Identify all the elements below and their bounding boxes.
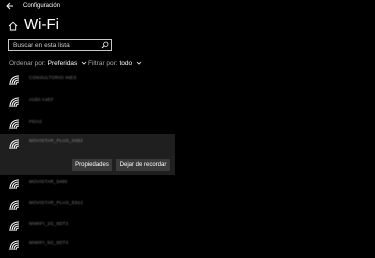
network-ssid: AUDI A4EF — [29, 97, 54, 102]
network-ssid: PDAS — [29, 119, 43, 124]
wifi-signal-icon — [9, 119, 20, 130]
sort-label: Ordenar por: — [9, 60, 46, 67]
wifi-signal-icon — [9, 221, 20, 232]
network-ssid: MIWIFI_5G_8DT3 — [29, 240, 69, 245]
filter-label: Filtrar por: — [88, 60, 118, 67]
back-button[interactable] — [5, 1, 15, 11]
wifi-signal-icon — [9, 200, 20, 211]
wifi-signal-icon — [9, 240, 20, 251]
back-arrow-icon — [6, 2, 13, 10]
title-bar: Configuración — [0, 0, 375, 12]
sort-value: Preferidas — [47, 60, 78, 67]
filter-value: todo — [119, 60, 133, 67]
network-ssid: CONSULTORIO INES — [29, 75, 77, 80]
chevron-down-icon — [81, 61, 87, 65]
properties-button[interactable]: Propiedades — [72, 159, 112, 171]
wifi-signal-icon — [9, 179, 20, 190]
network-item[interactable]: MIWIFI_5G_8DT3 — [0, 237, 175, 258]
settings-window: Configuración Wi-Fi Buscar en esta lista… — [0, 0, 375, 258]
search-icon[interactable] — [101, 41, 109, 49]
sort-dropdown[interactable]: Ordenar por: Preferidas — [9, 59, 87, 69]
network-ssid: MOVISTAR_5480 — [29, 179, 68, 184]
chevron-down-icon — [136, 61, 142, 65]
forget-button[interactable]: Dejar de recordar — [116, 159, 170, 171]
network-item[interactable]: MOVISTAR_PLUS_E912 — [0, 197, 175, 219]
network-item[interactable]: MOVISTAR_5480 — [0, 176, 175, 198]
network-item[interactable]: AUDI A4EF — [0, 94, 175, 116]
network-ssid: MOVISTAR_PLUS_04B2 — [29, 138, 84, 143]
search-input[interactable]: Buscar en esta lista — [8, 39, 112, 51]
wifi-signal-icon — [9, 97, 20, 108]
wifi-signal-icon — [9, 75, 20, 86]
network-ssid: MIWIFI_2G_8DT3 — [29, 221, 69, 226]
network-item-selected[interactable]: MOVISTAR_PLUS_04B2 Propiedades Dejar de … — [0, 134, 175, 175]
window-title: Configuración — [23, 3, 61, 9]
network-ssid: MOVISTAR_PLUS_E912 — [29, 200, 84, 205]
network-item[interactable]: CONSULTORIO INES — [0, 72, 175, 94]
search-placeholder: Buscar en esta lista — [13, 42, 70, 49]
page-title: Wi-Fi — [24, 16, 59, 33]
home-icon — [8, 21, 18, 31]
filter-dropdown[interactable]: Filtrar por: todo — [88, 59, 142, 69]
wifi-signal-icon — [9, 139, 20, 150]
